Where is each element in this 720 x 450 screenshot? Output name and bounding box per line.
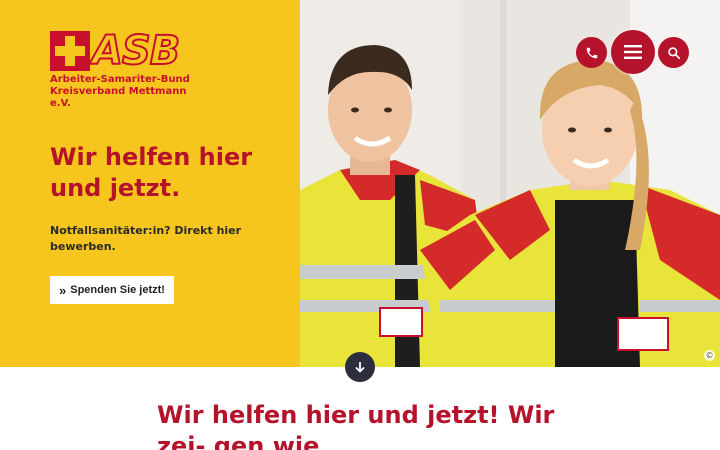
paramedics-photo-illustration [300,0,720,367]
hero-photo [300,0,720,367]
search-icon [667,46,680,59]
double-chevron-right-icon: » [59,282,67,298]
logo-wordmark: ASB [91,27,181,75]
donate-button[interactable]: » Spenden Sie jetzt! [50,276,174,304]
menu-button[interactable] [611,30,655,74]
org-name-line: Kreisverband Mettmann [50,86,187,97]
headline-line: Wir helfen hier [50,143,253,171]
donate-button-label: Spenden Sie jetzt! [70,284,165,296]
image-copyright-badge[interactable]: © [704,350,715,361]
org-name-line: e.V. [50,98,71,109]
hero-headline: Wir helfen hier und jetzt. [50,142,290,204]
phone-button[interactable] [576,37,607,68]
section-title: Wir helfen hier und jetzt! Wir zei- gen … [157,401,555,450]
org-name-line: Arbeiter-Samariter-Bund [50,74,190,85]
hamburger-menu-icon [624,45,642,59]
headline-line: und jetzt. [50,174,181,202]
asb-logo[interactable]: ASB [50,27,190,75]
search-button[interactable] [658,37,689,68]
organization-name: Arbeiter-Samariter-Bund Kreisverband Met… [50,74,220,110]
hero-text-panel: ASB Arbeiter-Samariter-Bund Kreisverband… [0,0,300,367]
arrow-down-icon [355,362,365,373]
phone-icon [586,47,597,58]
job-teaser-link[interactable]: Notfallsanitäter:in? Direkt hier bewerbe… [50,223,250,255]
samaritan-cross-icon [50,31,90,71]
scroll-down-button[interactable] [345,352,375,382]
